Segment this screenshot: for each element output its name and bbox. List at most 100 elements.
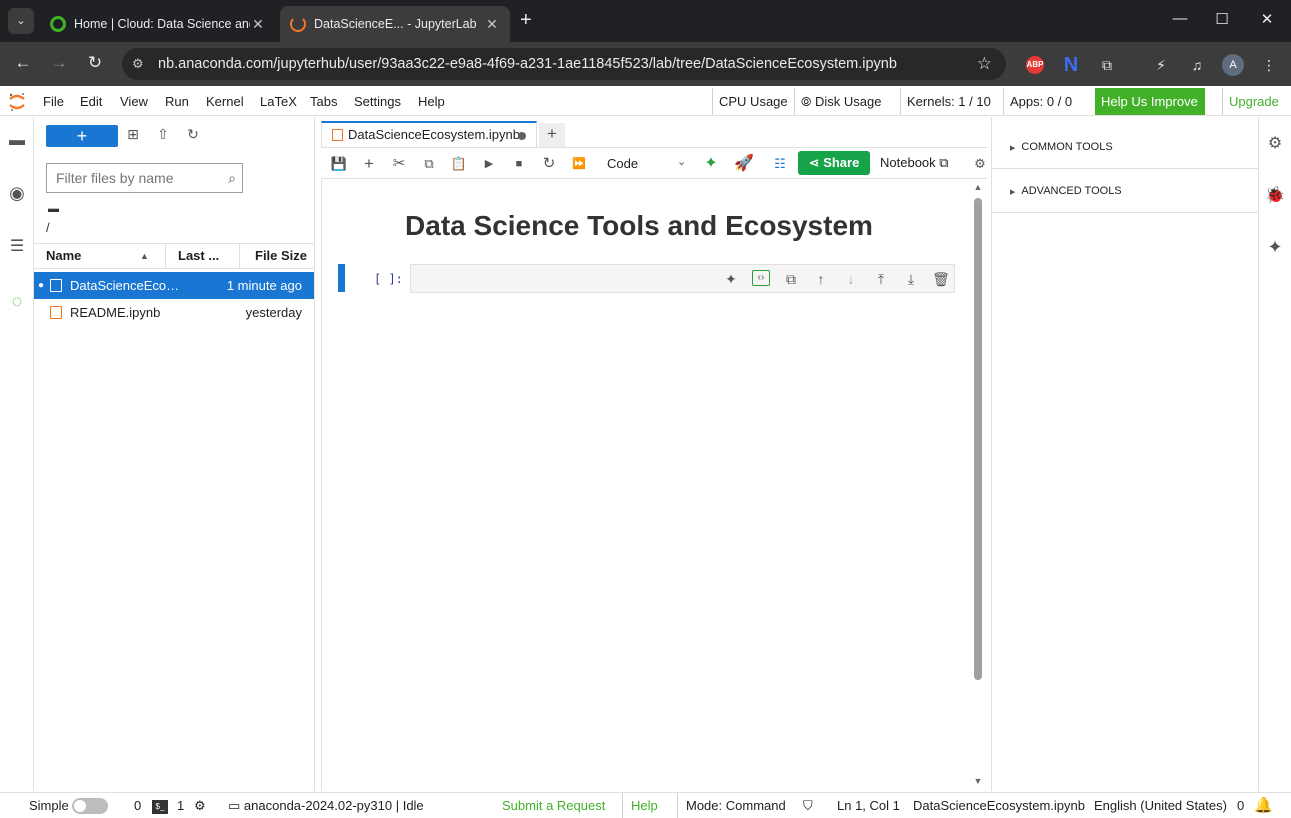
menu-edit[interactable]: Edit: [80, 94, 102, 109]
ai-assistant-sparkle-icon[interactable]: ✦: [702, 155, 720, 173]
profile-avatar[interactable]: A: [1222, 54, 1244, 76]
menu-kernel[interactable]: Kernel: [206, 94, 244, 109]
breadcrumb[interactable]: /: [46, 220, 50, 235]
file-row-datascienceecosystem[interactable]: ● DataScienceEcos... 1 minute ago: [34, 272, 314, 299]
bell-icon[interactable]: 🔔: [1254, 793, 1273, 818]
new-folder-icon[interactable]: ⊞: [124, 126, 142, 143]
common-tools-section[interactable]: ▶ COMMON TOOLS: [992, 125, 1258, 169]
ai-assistant-icon[interactable]: ✦: [1265, 237, 1285, 258]
bookmark-star-icon[interactable]: ☆: [977, 48, 992, 80]
run-icon[interactable]: ▶: [480, 155, 498, 173]
menu-view[interactable]: View: [120, 94, 148, 109]
performance-icon[interactable]: ⚡: [1150, 54, 1172, 76]
back-arrow-icon[interactable]: ←: [12, 53, 34, 73]
cpu-usage-indicator[interactable]: CPU Usage: [712, 88, 794, 115]
cell-type-select[interactable]: Code: [607, 156, 638, 171]
kernels-indicator[interactable]: Kernels: 1 / 10: [900, 88, 1002, 115]
address-bar[interactable]: ⚙ nb.anaconda.com/jupyterhub/user/93aa3c…: [122, 48, 1006, 80]
ai-sparkle-icon[interactable]: ✦: [722, 270, 740, 288]
new-tab-plus-button[interactable]: +: [539, 123, 565, 147]
move-up-icon[interactable]: ↑: [812, 270, 830, 288]
anaconda-icon[interactable]: ◌: [7, 291, 27, 311]
scroll-down-icon[interactable]: ▼: [972, 776, 984, 786]
table-of-contents-icon[interactable]: ☰: [7, 237, 27, 257]
new-launcher-button[interactable]: +: [46, 125, 118, 147]
close-icon[interactable]: ✕: [484, 16, 500, 33]
run-all-icon[interactable]: ⏩: [570, 155, 588, 173]
duplicate-cell-icon[interactable]: ⧉: [782, 270, 800, 288]
code-cell-input[interactable]: ✦ ‹› ⧉ ↑ ↓ ⤒ ⤓ 🗑: [410, 264, 955, 293]
menu-file[interactable]: File: [43, 94, 64, 109]
file-row-readme[interactable]: README.ipynb yesterday: [34, 299, 314, 326]
help-link[interactable]: Help: [622, 793, 658, 818]
forward-arrow-icon[interactable]: →: [48, 53, 70, 73]
launch-rocket-icon[interactable]: 🚀: [734, 155, 754, 173]
folder-icon[interactable]: ▬: [7, 131, 27, 151]
browser-menu-icon[interactable]: ⋮: [1258, 54, 1280, 76]
site-info-icon[interactable]: ⚙: [132, 48, 144, 80]
submit-request-link[interactable]: Submit a Request: [502, 793, 605, 818]
tab-search-button[interactable]: ⌄: [8, 8, 34, 34]
menu-run[interactable]: Run: [165, 94, 189, 109]
insert-cell-icon[interactable]: +: [360, 155, 378, 173]
new-tab-button[interactable]: +: [520, 9, 532, 32]
kernel-status[interactable]: ▭ anaconda-2024.02-py310 | Idle: [228, 793, 424, 818]
insert-below-icon[interactable]: ⤓: [902, 270, 920, 288]
menu-latex[interactable]: LaTeX: [260, 94, 297, 109]
share-button[interactable]: ⋖ Share: [798, 151, 870, 175]
mode-indicator[interactable]: Mode: Command: [677, 793, 786, 818]
save-icon[interactable]: 💾: [330, 155, 348, 173]
notebook-tab[interactable]: DataScienceEcosystem.ipynb: [321, 121, 537, 147]
home-folder-icon[interactable]: ▬: [48, 203, 59, 215]
active-cell-indicator[interactable]: [338, 264, 345, 292]
maximize-icon[interactable]: ☐: [1212, 10, 1232, 28]
advanced-tools-section[interactable]: ▶ ADVANCED TOOLS: [992, 169, 1258, 213]
n-extension-icon[interactable]: N: [1060, 54, 1082, 76]
code-format-icon[interactable]: ‹›: [752, 270, 770, 286]
kernel-settings-icon[interactable]: ⚙: [971, 155, 989, 173]
reload-icon[interactable]: ↻: [84, 53, 106, 73]
scrollbar-thumb[interactable]: [974, 198, 982, 680]
adblock-extension-icon[interactable]: ABP: [1026, 56, 1044, 74]
property-inspector-gear-icon[interactable]: ⚙: [1265, 133, 1285, 153]
menu-help[interactable]: Help: [418, 94, 445, 109]
terminal-icon[interactable]: $_: [152, 793, 168, 818]
insert-above-icon[interactable]: ⤒: [872, 270, 890, 288]
menu-tabs[interactable]: Tabs: [310, 94, 337, 109]
running-kernels-icon[interactable]: ◉: [7, 183, 27, 203]
simple-mode-toggle[interactable]: [72, 798, 108, 814]
copy-icon[interactable]: ⧉: [420, 155, 438, 173]
stop-icon[interactable]: ■: [510, 155, 528, 173]
delete-cell-icon[interactable]: 🗑: [932, 270, 950, 288]
paste-icon[interactable]: 📋: [450, 155, 468, 173]
refresh-icon[interactable]: ↻: [184, 126, 202, 143]
browser-tab-jupyterlab[interactable]: DataScienceE... - JupyterLab ✕: [280, 6, 510, 42]
unsaved-dot-icon[interactable]: [518, 132, 526, 140]
kernel-chip-icon[interactable]: ⚙: [194, 793, 206, 818]
language-indicator[interactable]: English (United States): [1094, 793, 1227, 818]
notebook-scrollbar[interactable]: ▲ ▼: [972, 180, 984, 791]
cut-icon[interactable]: ✂: [390, 155, 408, 173]
scroll-up-icon[interactable]: ▲: [972, 182, 984, 192]
property-inspector-icon[interactable]: ☷: [771, 155, 789, 173]
shield-icon[interactable]: ⛉: [803, 793, 813, 818]
filter-files-input[interactable]: Filter files by name ⌕: [46, 163, 243, 193]
move-down-icon[interactable]: ↓: [842, 270, 860, 288]
upgrade-button[interactable]: Upgrade: [1222, 88, 1291, 115]
help-us-improve-button[interactable]: Help Us Improve: [1095, 88, 1205, 115]
media-control-icon[interactable]: ♫: [1186, 54, 1208, 76]
upload-icon[interactable]: ⇧: [154, 126, 172, 143]
minimize-icon[interactable]: —: [1170, 10, 1190, 27]
window-close-icon[interactable]: ✕: [1257, 10, 1277, 28]
browser-tab-home[interactable]: Home | Cloud: Data Science and AI ✕: [40, 6, 276, 42]
restart-icon[interactable]: ↻: [540, 155, 558, 173]
cursor-position[interactable]: Ln 1, Col 1: [837, 793, 900, 818]
open-notebook-link[interactable]: Notebook ⧉: [880, 155, 949, 171]
menu-settings[interactable]: Settings: [354, 94, 401, 109]
close-icon[interactable]: ✕: [250, 16, 266, 33]
column-last-modified[interactable]: Last ...: [165, 244, 239, 268]
debugger-bug-icon[interactable]: 🐞: [1265, 185, 1285, 205]
chevron-down-icon[interactable]: ⌄: [677, 155, 686, 168]
extensions-puzzle-icon[interactable]: ⧉: [1096, 54, 1118, 76]
disk-usage-indicator[interactable]: ⦾ Disk Usage: [794, 88, 896, 115]
